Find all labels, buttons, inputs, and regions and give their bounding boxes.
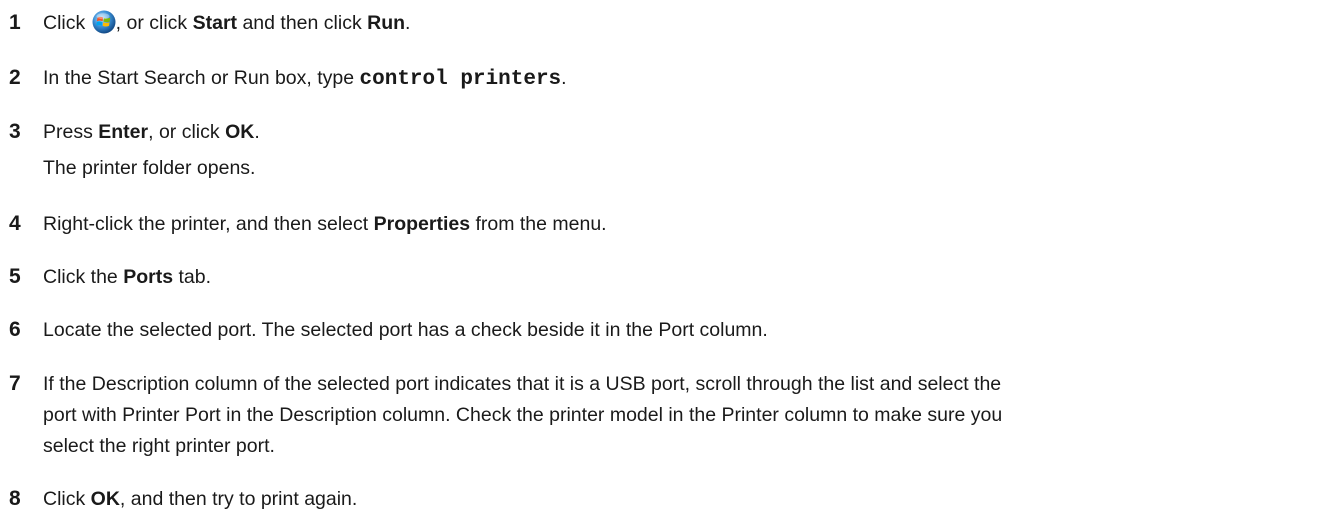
step-4: 4 Right-click the printer, and then sele…: [0, 209, 1330, 239]
step-number: 8: [9, 487, 21, 510]
step-3: 3 Press Enter, or click OK. The printer …: [0, 117, 1330, 197]
run-label: Run: [367, 12, 406, 34]
text-run: tab.: [173, 266, 212, 288]
instruction-steps: 1 Click , or click Start and then click …: [0, 0, 1335, 520]
step-number: 7: [9, 372, 21, 395]
step-6: 6 Locate the selected port. The selected…: [0, 315, 1330, 345]
step-number: 5: [9, 265, 21, 288]
step-8: 8 Click OK, and then try to print again.: [0, 484, 1330, 514]
text-run: Right-click the printer, and then select: [43, 213, 374, 235]
step-7: 7 If the Description column of the selec…: [0, 369, 1330, 465]
step-2: 2 In the Start Search or Run box, type c…: [0, 63, 1330, 93]
step-text: Click the Ports tab.: [43, 262, 1330, 292]
step-text: Click , or click Start and then click Ru…: [43, 8, 1330, 38]
ok-label: OK: [225, 121, 255, 143]
properties-label: Properties: [373, 213, 471, 235]
step-text: Click OK, and then try to print again.: [43, 484, 1330, 514]
enter-label: Enter: [98, 121, 149, 143]
text-run: , and then try to print again.: [119, 488, 358, 510]
text-run: In the Start Search or Run box, type: [43, 67, 360, 89]
step-text-line: port with Printer Port in the Descriptio…: [43, 404, 1003, 426]
text-run: , or click: [148, 121, 226, 143]
step-text: Locate the selected port. The selected p…: [43, 319, 768, 341]
step-number: 3: [9, 120, 21, 143]
step-note: The printer folder opens.: [43, 157, 256, 179]
text-run: Press: [43, 121, 99, 143]
step-text-line: If the Description column of the selecte…: [43, 373, 1002, 395]
step-text: In the Start Search or Run box, type con…: [43, 63, 1330, 95]
text-run: , or click: [115, 12, 193, 34]
command-text: control printers: [359, 68, 562, 91]
ports-label: Ports: [123, 266, 174, 288]
text-run: from the menu.: [470, 213, 607, 235]
step-number: 1: [9, 11, 21, 34]
ok-label: OK: [90, 488, 120, 510]
step-text-line: select the right printer port.: [43, 435, 275, 457]
text-run: Click: [43, 12, 91, 34]
step-number: 6: [9, 318, 21, 341]
text-run: .: [254, 121, 260, 143]
step-text: Press Enter, or click OK.: [43, 117, 1330, 147]
step-5: 5 Click the Ports tab.: [0, 262, 1330, 292]
text-run: and then click: [237, 12, 368, 34]
text-run: Click: [43, 488, 91, 510]
step-number: 2: [9, 66, 21, 89]
text-run: Click the: [43, 266, 124, 288]
text-run: .: [561, 67, 567, 89]
text-run: .: [405, 12, 411, 34]
windows-start-orb-icon: [92, 10, 116, 34]
step-number: 4: [9, 212, 21, 235]
start-label: Start: [192, 12, 238, 34]
step-text: Right-click the printer, and then select…: [43, 209, 1330, 239]
step-1: 1 Click , or click Start and then click …: [0, 8, 1330, 38]
